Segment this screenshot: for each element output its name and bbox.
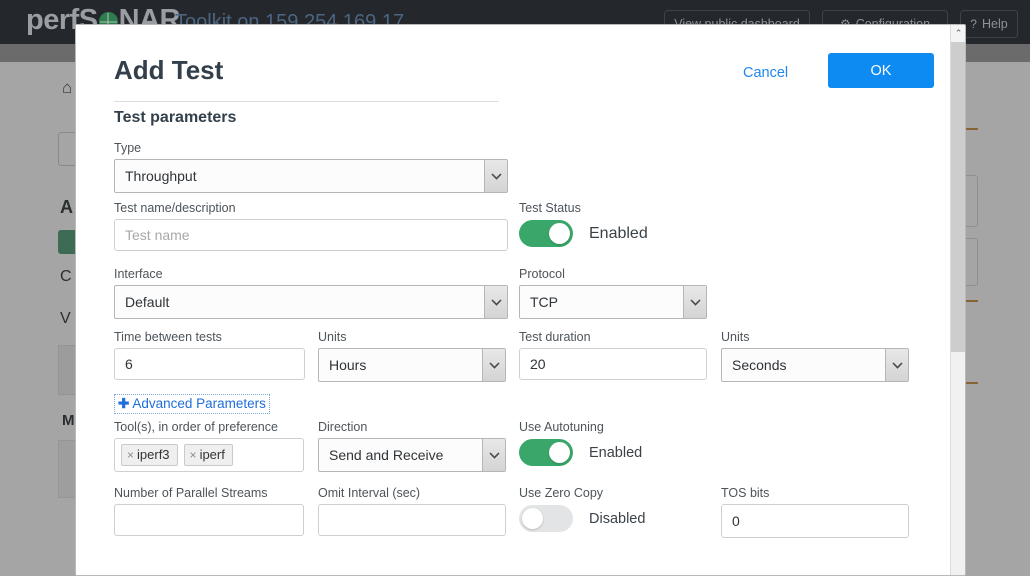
scroll-up-arrow-icon[interactable]: ⌃ — [951, 25, 965, 42]
time-units-select-wrap: Hours — [318, 348, 506, 382]
tool-tag-label: iperf3 — [137, 447, 170, 462]
type-field: Type Throughput — [114, 141, 508, 193]
advanced-parameters-label: Advanced Parameters — [132, 396, 266, 411]
modal-body: Add Test Cancel OK Test parameters Type … — [76, 25, 952, 552]
test-status-field: Test Status Enabled — [519, 201, 648, 247]
screen: perfSNAR Toolkit on 159.254.169.17 View … — [0, 0, 1030, 576]
tos-bits-input[interactable] — [721, 504, 909, 538]
protocol-label: Protocol — [519, 267, 565, 281]
test-status-toggle[interactable] — [519, 220, 573, 247]
page-title: Add Test — [114, 55, 224, 85]
time-between-tests-label: Time between tests — [114, 330, 222, 344]
help-label: Help — [981, 17, 1008, 31]
cancel-button[interactable]: Cancel — [743, 65, 788, 81]
direction-label: Direction — [318, 420, 368, 434]
type-select[interactable]: Throughput — [114, 159, 508, 193]
tool-tag-iperf3[interactable]: × iperf3 — [121, 444, 178, 466]
parallel-streams-label: Number of Parallel Streams — [114, 486, 268, 500]
tos-bits-label: TOS bits — [721, 486, 770, 500]
toggle-knob — [549, 223, 570, 244]
omit-interval-field: Omit Interval (sec) — [318, 486, 506, 536]
add-test-modal: Add Test Cancel OK Test parameters Type … — [75, 24, 966, 576]
remove-tag-icon[interactable]: × — [127, 448, 134, 462]
test-status-label: Test Status — [519, 201, 581, 215]
remove-tag-icon[interactable]: × — [190, 448, 197, 462]
test-name-input[interactable] — [114, 219, 508, 251]
time-between-tests-input[interactable] — [114, 348, 305, 380]
zero-copy-toggle[interactable] — [519, 505, 573, 532]
duration-units-field: Units Seconds — [721, 330, 909, 382]
tos-bits-field: TOS bits — [721, 486, 909, 538]
interface-label: Interface — [114, 267, 163, 281]
autotuning-toggle[interactable] — [519, 439, 573, 466]
protocol-field: Protocol TCP — [519, 267, 707, 319]
time-units-select[interactable]: Hours — [318, 348, 506, 382]
direction-field: Direction Send and Receive — [318, 420, 506, 472]
modal-header: Add Test Cancel OK — [114, 45, 934, 107]
tool-tag-label: iperf — [199, 447, 225, 462]
protocol-select-wrap: TCP — [519, 285, 707, 319]
parallel-streams-input[interactable] — [114, 504, 304, 536]
modal-scroll-area: Add Test Cancel OK Test parameters Type … — [76, 25, 952, 575]
duration-units-select-wrap: Seconds — [721, 348, 909, 382]
ok-button[interactable]: OK — [828, 53, 934, 88]
toggle-knob — [522, 508, 543, 529]
interface-select-wrap: Default — [114, 285, 508, 319]
title-divider — [114, 101, 499, 102]
test-duration-label: Test duration — [519, 330, 591, 344]
tools-tag-input[interactable]: × iperf3 × iperf — [114, 438, 304, 472]
time-units-label: Units — [318, 330, 347, 344]
tools-label: Tool(s), in order of preference — [114, 420, 278, 434]
interface-field: Interface Default — [114, 267, 508, 319]
duration-units-label: Units — [721, 330, 750, 344]
duration-units-select[interactable]: Seconds — [721, 348, 909, 382]
parallel-streams-field: Number of Parallel Streams — [114, 486, 304, 536]
test-duration-input[interactable] — [519, 348, 707, 380]
autotuning-label: Use Autotuning — [519, 420, 604, 434]
interface-select[interactable]: Default — [114, 285, 508, 319]
zero-copy-field: Use Zero Copy Disabled — [519, 486, 645, 532]
advanced-parameters-toggle[interactable]: ✚ Advanced Parameters — [114, 394, 270, 414]
direction-select[interactable]: Send and Receive — [318, 438, 506, 472]
plus-icon: ✚ — [118, 396, 130, 411]
direction-select-wrap: Send and Receive — [318, 438, 506, 472]
question-mark-icon: ? — [970, 17, 977, 31]
zero-copy-state: Disabled — [589, 510, 646, 527]
test-status-state: Enabled — [589, 224, 648, 242]
time-units-field: Units Hours — [318, 330, 506, 382]
test-name-field: Test name/description — [114, 201, 508, 251]
toggle-knob — [549, 442, 570, 463]
help-button[interactable]: ? Help — [960, 10, 1018, 38]
type-select-wrap: Throughput — [114, 159, 508, 193]
test-name-label: Test name/description — [114, 201, 236, 215]
scrollbar-thumb[interactable] — [951, 42, 965, 352]
zero-copy-label: Use Zero Copy — [519, 486, 604, 500]
autotuning-field: Use Autotuning Enabled — [519, 420, 642, 466]
omit-interval-label: Omit Interval (sec) — [318, 486, 421, 500]
autotuning-state: Enabled — [589, 444, 643, 461]
time-between-tests-field: Time between tests — [114, 330, 305, 380]
protocol-select[interactable]: TCP — [519, 285, 707, 319]
section-title-test-parameters: Test parameters — [114, 109, 237, 126]
type-label: Type — [114, 141, 142, 155]
tools-field: Tool(s), in order of preference × iperf3 … — [114, 420, 304, 472]
test-duration-field: Test duration — [519, 330, 707, 380]
omit-interval-input[interactable] — [318, 504, 506, 536]
modal-scrollbar[interactable]: ⌃ — [950, 25, 965, 575]
tool-tag-iperf[interactable]: × iperf — [183, 444, 233, 466]
